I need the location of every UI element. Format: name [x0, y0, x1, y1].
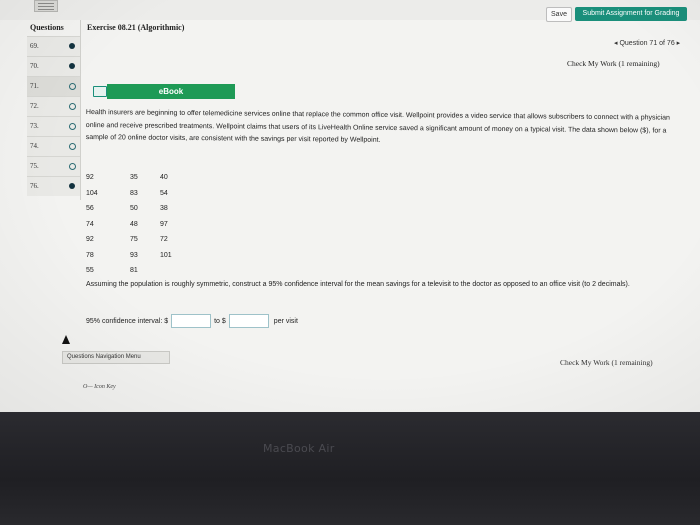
icon-key-link[interactable]: O— Icon Key: [83, 384, 116, 390]
question-item-69[interactable]: 69.: [27, 36, 80, 56]
check-my-work-top-link[interactable]: Check My Work (1 remaining): [567, 59, 660, 68]
answered-dot-icon: [69, 183, 75, 189]
app-logo-icon: [34, 0, 58, 12]
question-number: 75.: [30, 162, 39, 170]
table-cell: 74: [86, 220, 94, 228]
table-cell: 97: [160, 220, 168, 228]
table-cell: 40: [160, 174, 168, 182]
table-cell: 101: [160, 251, 172, 259]
mouse-cursor-icon: [62, 335, 70, 344]
table-cell: 56: [86, 205, 94, 213]
table-row: 78 93 101: [86, 248, 184, 264]
ci-lower-input[interactable]: [171, 314, 212, 328]
table-cell: 75: [130, 236, 138, 244]
table-cell: 54: [160, 189, 168, 197]
submit-assignment-button[interactable]: Submit Assignment for Grading: [575, 7, 687, 21]
ci-unit-label: per visit: [273, 317, 298, 325]
top-bar: Save Submit Assignment for Grading: [0, 0, 700, 22]
unanswered-circle-icon: [69, 143, 76, 150]
unanswered-circle-icon: [69, 123, 76, 130]
question-item-76[interactable]: 76.: [27, 176, 80, 196]
table-cell: 93: [130, 251, 138, 259]
table-cell: 104: [86, 189, 98, 197]
table-row: 56 50 38: [86, 201, 184, 217]
ebook-button[interactable]: eBook: [107, 84, 235, 99]
ci-label: 95% confidence interval: $: [86, 317, 169, 325]
table-row: 92 35 40: [86, 170, 184, 186]
questions-header: Questions: [30, 23, 64, 32]
questions-navigation-menu-button[interactable]: Questions Navigation Menu: [62, 351, 170, 364]
table-cell: 83: [130, 189, 138, 197]
question-item-71[interactable]: 71.: [27, 76, 80, 96]
table-cell: 35: [130, 174, 138, 182]
answered-dot-icon: [69, 43, 75, 49]
table-cell: 92: [86, 174, 94, 182]
table-row: 55 81: [86, 263, 184, 279]
table-cell: 78: [86, 251, 94, 259]
question-pager[interactable]: ◂ Question 71 of 76 ▸: [614, 39, 680, 47]
table-cell: 81: [130, 267, 138, 275]
question-item-73[interactable]: 73.: [27, 116, 80, 136]
book-icon[interactable]: [93, 86, 107, 97]
table-row: 104 83 54: [86, 186, 184, 202]
screen: Save Submit Assignment for Grading Quest…: [0, 0, 700, 412]
question-number: 74.: [30, 142, 39, 150]
table-row: 74 48 97: [86, 217, 184, 233]
unanswered-circle-icon: [69, 103, 76, 110]
ci-to-label: to $: [214, 317, 226, 325]
table-cell: [160, 263, 184, 279]
question-number: 69.: [30, 42, 39, 50]
exercise-title: Exercise 08.21 (Algorithmic): [87, 23, 185, 32]
question-number: 71.: [30, 82, 39, 90]
question-item-75[interactable]: 75.: [27, 156, 80, 176]
confidence-interval-row: 95% confidence interval: $ to $ per visi…: [86, 314, 298, 328]
answered-dot-icon: [69, 63, 75, 69]
question-number: 70.: [30, 62, 39, 70]
check-my-work-bottom-link[interactable]: Check My Work (1 remaining): [560, 358, 653, 367]
table-cell: 92: [86, 236, 94, 244]
question-number: 76.: [30, 182, 39, 190]
question-item-72[interactable]: 72.: [27, 96, 80, 116]
interval-instructions: Assuming the population is roughly symme…: [86, 281, 630, 288]
ci-upper-input[interactable]: [228, 314, 269, 328]
unanswered-circle-icon: [69, 163, 76, 170]
table-cell: 38: [160, 205, 168, 213]
laptop-bezel: MacBook Air: [0, 412, 700, 525]
question-number: 72.: [30, 102, 39, 110]
bezel-brand-label: MacBook Air: [263, 442, 335, 455]
savings-data-table: 92 35 40 104 83 54 56 50 38 74 48 97 92: [86, 170, 184, 279]
table-cell: 72: [160, 236, 168, 244]
unanswered-circle-icon: [69, 83, 76, 90]
sidebar-divider: [80, 20, 81, 200]
table-cell: 55: [86, 267, 94, 275]
table-cell: 50: [130, 205, 138, 213]
question-prompt: Health insurers are beginning to offer t…: [85, 108, 670, 144]
question-number: 73.: [30, 122, 39, 130]
table-row: 92 75 72: [86, 232, 184, 248]
save-button[interactable]: Save: [546, 7, 572, 22]
question-list: 69. 70. 71. 72. 73. 74. 75. 76.: [27, 36, 80, 196]
question-item-74[interactable]: 74.: [27, 136, 80, 156]
table-cell: 48: [130, 220, 138, 228]
question-item-70[interactable]: 70.: [27, 56, 80, 76]
